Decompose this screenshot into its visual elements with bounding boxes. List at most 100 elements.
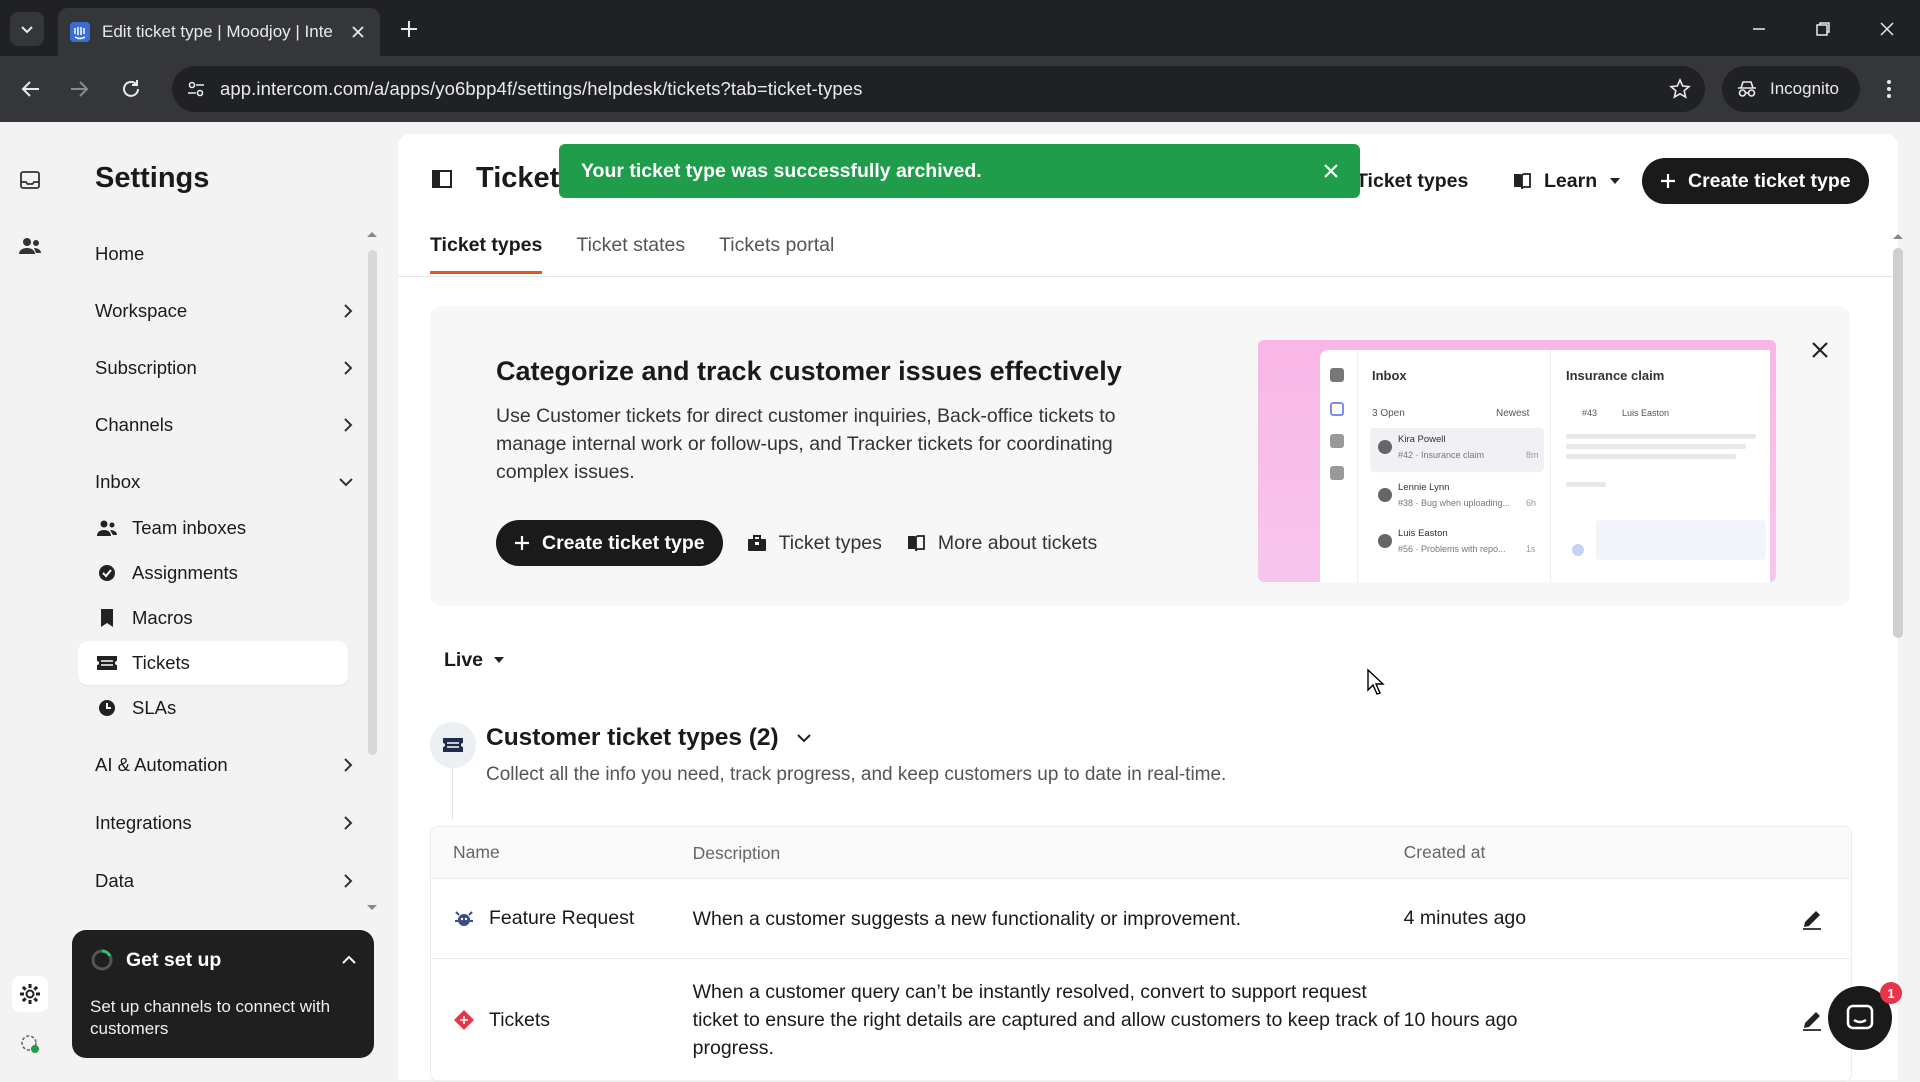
create-ticket-type-banner-label: Create ticket type [542, 531, 705, 554]
setup-title: Get set up [90, 948, 356, 972]
tab-tickets-portal[interactable]: Tickets portal [719, 234, 834, 274]
chevron-right-icon [344, 816, 353, 830]
main-panel: Tickets Ticket types Learn Create ticket… [398, 134, 1898, 1082]
main-scroll-up-icon[interactable] [1892, 232, 1904, 240]
preview-open-label: 3 Open [1372, 408, 1405, 419]
status-filter-dropdown[interactable]: Live [432, 640, 517, 680]
sidebar-item-subscription[interactable]: Subscription [95, 348, 353, 388]
sidebar-item-ai-automation[interactable]: AI & Automation [95, 745, 353, 785]
more-about-tickets-label: More about tickets [937, 531, 1098, 554]
section-title[interactable]: Customer ticket types (2) [486, 724, 811, 752]
settings-gear-icon[interactable] [12, 976, 48, 1012]
banner-preview-image: Inbox 3 Open Newest Kira Powell #42 · In… [1258, 340, 1776, 582]
sidebar-item-data[interactable]: Data [95, 861, 353, 901]
sidebar-sub-macros[interactable]: Macros [78, 596, 348, 640]
chat-icon [1846, 1004, 1874, 1030]
inbox-icon[interactable] [16, 166, 44, 194]
preview-row-3-sub: #56 · Problems with repo... [1398, 544, 1506, 554]
get-set-up-panel[interactable]: Get set up Set up channels to connect wi… [72, 930, 374, 1058]
preview-row-3-name: Luis Easton [1398, 528, 1448, 539]
back-arrow-icon[interactable] [14, 72, 48, 106]
url-text: app.intercom.com/a/apps/yo6bpp4f/setting… [220, 78, 863, 99]
browser-tab[interactable]: Edit ticket type | Moodjoy | Inte [58, 8, 380, 56]
promo-banner: Categorize and track customer issues eff… [430, 306, 1850, 606]
create-ticket-type-header-button[interactable]: Create ticket type [1642, 158, 1869, 204]
scroll-down-icon[interactable] [366, 904, 378, 912]
tab-search-button[interactable] [10, 12, 44, 46]
minimize-icon[interactable] [1744, 14, 1774, 44]
ticket-types-table: Name Description Created at Feature Requ… [430, 826, 1852, 1082]
address-bar[interactable]: app.intercom.com/a/apps/yo6bpp4f/setting… [172, 66, 1705, 112]
forward-arrow-icon[interactable] [62, 72, 96, 106]
more-about-tickets-link[interactable]: More about tickets [906, 532, 1097, 555]
inbox-preview-mock: Inbox 3 Open Newest Kira Powell #42 · In… [1320, 350, 1770, 582]
close-tab-icon[interactable] [348, 22, 368, 42]
row-name: Feature Request [489, 907, 635, 929]
banner-actions: Create ticket type Ticket types More abo… [496, 520, 1097, 566]
customer-ticket-section-icon [430, 722, 476, 768]
create-ticket-type-banner-button[interactable]: Create ticket type [496, 520, 723, 566]
collapse-sidebar-icon[interactable] [432, 170, 452, 188]
new-tab-plus-icon[interactable] [396, 16, 422, 42]
reload-icon[interactable] [114, 72, 148, 106]
bookmark-star-icon[interactable] [1669, 78, 1691, 100]
close-toast-icon[interactable] [1320, 160, 1342, 182]
table-row[interactable]: Tickets When a customer query can’t be i… [431, 959, 1851, 1081]
edit-pencil-icon[interactable] [1801, 908, 1823, 930]
chevron-right-icon [344, 361, 353, 375]
sidebar-sub-team-inboxes[interactable]: Team inboxes [78, 506, 348, 550]
scroll-up-icon[interactable] [366, 230, 378, 238]
contacts-icon[interactable] [16, 232, 44, 260]
sidebar-item-workspace[interactable]: Workspace [95, 291, 353, 331]
sidebar-item-inbox[interactable]: Inbox [95, 462, 353, 502]
restore-icon[interactable] [1808, 14, 1838, 44]
toast-message: Your ticket type was successfully archiv… [581, 159, 982, 182]
sidebar-sub-assignments[interactable]: Assignments [78, 551, 348, 595]
table-row[interactable]: Feature Request When a customer suggests… [431, 879, 1851, 959]
chevron-right-icon [344, 418, 353, 432]
status-avatar-icon[interactable] [16, 1030, 44, 1058]
row-description: When a customer suggests a new functiona… [692, 907, 1242, 930]
close-banner-icon[interactable] [1808, 338, 1832, 362]
tickets-type-icon [453, 1009, 475, 1031]
setup-title-text: Get set up [126, 948, 222, 971]
notification-badge: 1 [1880, 982, 1902, 1004]
row-name: Tickets [489, 1008, 551, 1031]
ticket-types-header-button[interactable]: Ticket types [1356, 158, 1468, 204]
sidebar-item-home[interactable]: Home [95, 234, 353, 274]
sidebar-sub-label: Macros [132, 607, 193, 628]
chevron-right-icon [344, 874, 353, 888]
tab-ticket-types[interactable]: Ticket types [430, 234, 543, 274]
sidebar-item-integrations[interactable]: Integrations [95, 803, 353, 843]
clock-icon [96, 697, 118, 719]
sidebar-sub-slas[interactable]: SLAs [78, 686, 348, 730]
section-connector-line [452, 768, 453, 820]
close-window-icon[interactable] [1872, 14, 1902, 44]
plus-icon [515, 536, 529, 550]
tabs: Ticket types Ticket states Tickets porta… [430, 234, 868, 274]
edit-pencil-icon[interactable] [1801, 1009, 1823, 1031]
chevron-down-icon [797, 734, 811, 743]
preview-newest-label: Newest [1496, 408, 1530, 419]
sidebar-sub-tickets[interactable]: Tickets [78, 641, 348, 685]
sidebar-item-label: Channels [95, 414, 174, 435]
tab-ticket-states[interactable]: Ticket states [576, 234, 685, 274]
browser-toolbar: app.intercom.com/a/apps/yo6bpp4f/setting… [0, 56, 1920, 122]
ticket-types-link-label: Ticket types [778, 531, 882, 554]
column-header-description: Description [692, 842, 781, 863]
success-toast: Your ticket type was successfully archiv… [559, 144, 1360, 198]
site-info-icon[interactable] [186, 79, 206, 99]
sidebar-item-channels[interactable]: Channels [95, 405, 353, 445]
incognito-indicator[interactable]: Incognito [1722, 66, 1860, 112]
learn-dropdown[interactable]: Learn [1512, 158, 1621, 204]
preview-row-2-time: 6h [1526, 498, 1537, 508]
incognito-icon [1738, 81, 1756, 97]
preview-row-2-sub: #38 · Bug when uploading... [1398, 498, 1511, 508]
main-scrollbar[interactable] [1893, 248, 1903, 638]
ticket-types-link[interactable]: Ticket types [747, 532, 882, 555]
chevron-right-icon [344, 304, 353, 318]
preview-row-2-name: Lennie Lynn [1398, 482, 1450, 493]
sidebar-scrollbar[interactable] [368, 250, 377, 755]
browser-menu-icon[interactable] [1872, 72, 1906, 106]
chevron-up-icon[interactable] [342, 955, 356, 965]
